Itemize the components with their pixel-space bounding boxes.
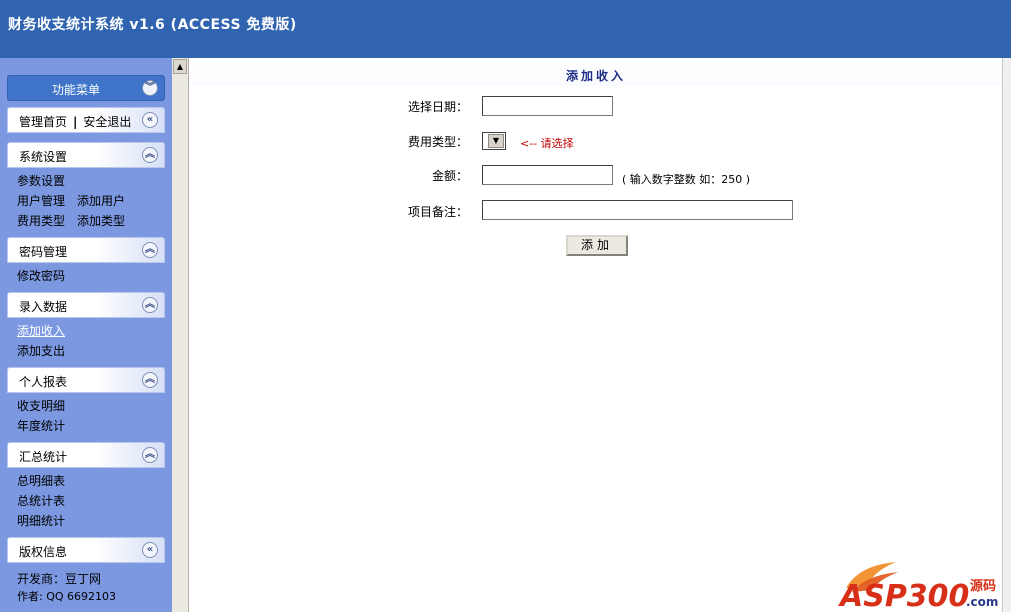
function-menu-header[interactable]: 功能菜单 ︾ <box>7 75 165 101</box>
fee-type-label: 费用类型： <box>407 135 468 149</box>
watermark-text: ASP300 <box>838 579 969 610</box>
top-nav: 管理首页 | 安全退出 « <box>7 107 165 133</box>
section-header-summary[interactable]: 汇总统计 ︽ <box>7 442 165 468</box>
form-title: 添加收入 <box>565 69 626 83</box>
link-total-detail[interactable]: 总明细表 <box>17 474 65 488</box>
link-param-settings[interactable]: 参数设置 <box>17 174 65 188</box>
watermark-domain: .com <box>966 595 998 609</box>
amount-label: 金额： <box>431 169 468 183</box>
section-links-personal-report: 收支明细 年度统计 <box>17 396 65 436</box>
collapse-left-icon[interactable]: « <box>142 542 158 558</box>
fee-type-hint: <-- 请选择 <box>520 137 574 150</box>
note-input[interactable] <box>482 200 793 220</box>
link-total-stats[interactable]: 总统计表 <box>17 494 65 508</box>
section-links-data-entry: 添加收入 添加支出 <box>17 321 65 361</box>
app-title: 财务收支统计系统 v1.6 (ACCESS 免费版) <box>8 17 297 33</box>
amount-hint: ( 输入数字整数 如：250 ) <box>622 173 751 186</box>
note-label: 项目备注： <box>407 205 468 219</box>
link-fee-types[interactable]: 费用类型 <box>17 214 65 228</box>
section-header-data-entry[interactable]: 录入数据 ︽ <box>7 292 165 318</box>
link-add-expense[interactable]: 添加支出 <box>17 344 65 358</box>
date-input[interactable] <box>482 96 613 116</box>
link-annual-stats[interactable]: 年度统计 <box>17 419 65 433</box>
logout-link[interactable]: 安全退出 <box>83 115 131 129</box>
author-info: 作者: QQ 6692103 <box>17 590 117 603</box>
link-detail[interactable]: 收支明细 <box>17 399 65 413</box>
section-header-personal-report[interactable]: 个人报表 ︽ <box>7 367 165 393</box>
section-links-password: 修改密码 <box>17 266 65 286</box>
collapse-down-icon[interactable]: ︾ <box>142 80 158 96</box>
collapse-up-icon[interactable]: ︽ <box>142 372 158 388</box>
nav-separator: | <box>73 115 78 129</box>
asp300-watermark-logo: ASP300 源码 .com <box>838 562 998 610</box>
section-links-copyright: 开发商：豆丁网 作者: QQ 6692103 <box>17 570 116 606</box>
home-link[interactable]: 管理首页 <box>19 115 67 129</box>
collapse-up-icon[interactable]: ︽ <box>142 297 158 313</box>
developer-info: 开发商：豆丁网 <box>17 572 102 586</box>
section-header-system-settings[interactable]: 系统设置 ︽ <box>7 142 165 168</box>
section-links-summary: 总明细表 总统计表 明细统计 <box>17 471 65 531</box>
section-links-system-settings: 参数设置 用户管理 添加用户 费用类型 添加类型 <box>17 171 125 231</box>
section-header-copyright[interactable]: 版权信息 « <box>7 537 165 563</box>
sidebar: 功能菜单 ︾ 管理首页 | 安全退出 « 系统设置 ︽ 参数设置 用户管理 添加用户 … <box>0 58 172 612</box>
link-user-manage[interactable]: 用户管理 <box>17 194 65 208</box>
link-change-password[interactable]: 修改密码 <box>17 269 65 283</box>
link-add-type[interactable]: 添加类型 <box>77 214 125 228</box>
section-header-password[interactable]: 密码管理 ︽ <box>7 237 165 263</box>
add-button[interactable]: 添加 <box>566 235 628 256</box>
main-scrollbar[interactable] <box>1002 58 1011 612</box>
date-label: 选择日期： <box>407 100 468 114</box>
collapse-up-icon[interactable]: ︽ <box>142 242 158 258</box>
link-add-user[interactable]: 添加用户 <box>77 194 125 208</box>
amount-input[interactable] <box>482 165 613 185</box>
function-menu-label: 功能菜单 <box>51 83 100 97</box>
app-header: 财务收支统计系统 v1.6 (ACCESS 免费版) <box>0 0 1011 58</box>
collapse-up-icon[interactable]: ︽ <box>142 147 158 163</box>
link-add-income[interactable]: 添加收入 <box>17 324 65 338</box>
main-content: 添加收入 选择日期： 费用类型： ▼ <-- 请选择 金额： ( 输入数字整数 … <box>190 58 1002 612</box>
fee-type-select[interactable]: ▼ <box>482 132 506 150</box>
scroll-up-icon[interactable]: ▲ <box>173 59 187 74</box>
collapse-up-icon[interactable]: ︽ <box>142 447 158 463</box>
watermark-sub: 源码 <box>970 578 996 594</box>
chevron-down-icon: ▼ <box>488 134 504 148</box>
link-detail-stats[interactable]: 明细统计 <box>17 514 65 528</box>
collapse-left-icon[interactable]: « <box>142 112 158 128</box>
frame-scrollbar[interactable]: ▲ <box>172 58 189 612</box>
